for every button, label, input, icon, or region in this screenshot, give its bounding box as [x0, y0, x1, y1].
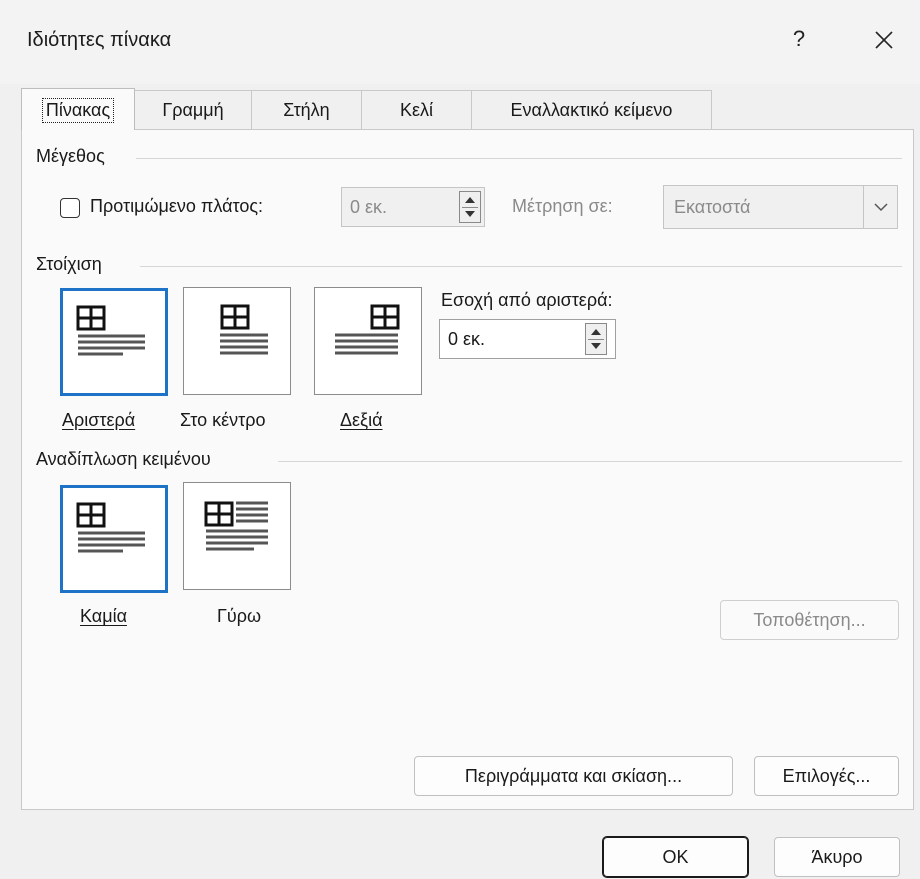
wrap-none-option[interactable]: [60, 485, 168, 593]
align-left-label-text: Αριστερά: [62, 410, 136, 430]
tab-column[interactable]: Στήλη: [251, 90, 362, 130]
wrap-around-option[interactable]: [183, 482, 291, 590]
spinner-divider: [588, 339, 604, 340]
spinner-up-icon: [465, 197, 475, 203]
measure-in-select[interactable]: Εκατοστά: [663, 185, 898, 229]
borders-shading-button[interactable]: Περιγράμματα και σκίαση...: [414, 756, 733, 796]
preferred-width-checkbox[interactable]: [60, 198, 80, 218]
dialog-title: Ιδιότητες πίνακα: [27, 29, 172, 51]
align-center-label: Στο κέντρο: [180, 410, 266, 430]
wrap-around-label: Γύρω: [217, 606, 262, 626]
positioning-button[interactable]: Τοποθέτηση...: [720, 600, 899, 640]
align-left-label: Αριστερά: [62, 410, 135, 431]
spinner-up-icon: [591, 329, 601, 335]
ok-button[interactable]: OK: [602, 836, 749, 878]
alignment-divider: [140, 266, 902, 267]
tab-panel-table: Μέγεθος Προτιμώμενο πλάτος: 0 εκ. Μέτρησ…: [21, 129, 914, 810]
size-divider: [136, 158, 902, 159]
spinner-divider: [462, 207, 478, 208]
preferred-width-value: 0 εκ.: [350, 197, 388, 217]
alignment-heading: Στοίχιση: [36, 254, 102, 274]
preferred-width-spinner[interactable]: [459, 191, 481, 223]
align-center-option[interactable]: [183, 287, 291, 395]
tab-cell-label: Κελί: [399, 100, 434, 120]
help-button[interactable]: ?: [785, 22, 813, 56]
align-right-label: Δεξιά: [340, 410, 383, 431]
tab-column-label: Στήλη: [283, 100, 330, 120]
chevron-down-icon: [863, 186, 897, 228]
tab-row[interactable]: Γραμμή: [134, 90, 252, 130]
close-icon: [875, 31, 893, 49]
tab-alt-text[interactable]: Εναλλακτικό κείμενο: [471, 90, 712, 130]
spinner-down-icon: [591, 343, 601, 349]
indent-from-left-value: 0 εκ.: [448, 329, 486, 349]
tab-cell[interactable]: Κελί: [361, 90, 472, 130]
wrap-none-label-text: Καμία: [80, 606, 127, 626]
preferred-width-label: Προτιμώμενο πλάτος:: [90, 196, 264, 216]
measure-in-value: Εκατοστά: [674, 197, 751, 217]
indent-spinner[interactable]: [585, 323, 607, 355]
align-right-icon: [335, 304, 400, 355]
wrap-none-label: Καμία: [80, 606, 127, 627]
close-button[interactable]: [866, 22, 902, 58]
cancel-button[interactable]: Άκυρο: [774, 837, 900, 877]
tab-alt-text-label: Εναλλακτικό κείμενο: [510, 100, 673, 120]
wrap-around-icon: [204, 501, 268, 551]
align-right-label-text: Δεξιά: [340, 410, 383, 430]
spinner-down-icon: [465, 211, 475, 217]
wrap-none-icon: [76, 502, 145, 553]
align-left-option[interactable]: [60, 288, 168, 396]
measure-in-label: Μέτρηση σε:: [512, 196, 613, 216]
text-wrapping-heading: Αναδίπλωση κειμένου: [36, 449, 211, 469]
tab-row-label: Γραμμή: [162, 100, 224, 120]
tab-table-label: Πίνακας: [41, 98, 115, 123]
align-center-icon: [220, 304, 268, 355]
align-right-option[interactable]: [314, 287, 422, 395]
indent-from-left-label: Εσοχή από αριστερά:: [441, 290, 613, 310]
size-heading: Μέγεθος: [36, 146, 105, 166]
title-bar: Ιδιότητες πίνακα ?: [0, 0, 920, 84]
align-left-icon: [76, 305, 145, 356]
tab-table[interactable]: Πίνακας: [21, 88, 135, 130]
text-wrapping-divider: [278, 461, 902, 462]
options-button[interactable]: Επιλογές...: [754, 756, 899, 796]
